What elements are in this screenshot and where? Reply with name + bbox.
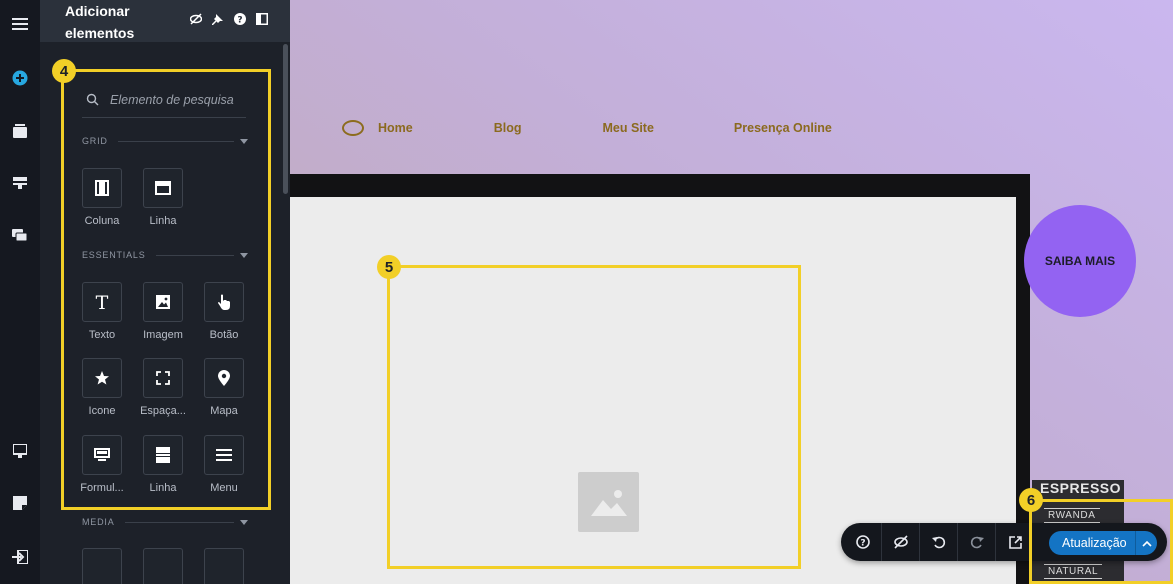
help-icon: ? [855,535,870,549]
svg-text:?: ? [860,539,865,549]
element-media-1[interactable] [72,548,132,584]
section-label: MEDIA [82,517,115,527]
undo-icon [931,536,945,549]
eye-off-icon [893,535,908,549]
sections-icon[interactable] [8,171,32,195]
highlight-box-elements [61,69,271,510]
redo-icon [970,536,984,549]
pages-icon[interactable] [8,119,32,143]
element-media-2[interactable] [133,548,193,584]
help-button[interactable]: ? [844,523,882,561]
site-logo[interactable] [342,120,364,136]
element-media-3[interactable] [194,548,254,584]
eye-off-icon[interactable] [189,12,202,25]
chat-icon[interactable] [8,224,32,248]
notes-icon[interactable] [8,491,32,515]
hamburger-icon[interactable] [8,12,32,36]
preview-toggle-button[interactable] [882,523,920,561]
undo-button[interactable] [920,523,958,561]
step-badge: 5 [377,255,401,279]
add-elements-panel: Adicionar elementos ? GRID Coluna [40,0,290,584]
nav-meu-site[interactable]: Meu Site [603,121,654,135]
open-external-icon [1008,535,1022,549]
plus-circle-icon[interactable] [8,66,32,90]
help-icon[interactable]: ? [233,12,246,25]
caret-down-icon[interactable] [240,519,248,525]
highlight-box-toolbar [1029,499,1173,584]
highlight-box-image [387,265,801,569]
step-badge: 4 [52,59,76,83]
panel-title: Adicionar elementos [65,3,135,41]
cta-circle-button[interactable]: SAIBA MAIS [1024,205,1136,317]
svg-text:?: ? [237,15,242,25]
site-nav: Home Blog Meu Site Presença Online [342,120,832,136]
desktop-icon[interactable] [8,439,32,463]
chalk-title: ESPRESSO [1040,480,1122,496]
icon-rail [0,0,40,584]
step-badge: 6 [1019,488,1043,512]
panel-scrollbar[interactable] [283,44,288,194]
panel-header: Adicionar elementos ? [40,0,290,42]
redo-button[interactable] [958,523,996,561]
exit-icon[interactable] [8,545,32,569]
sidebar-toggle-icon[interactable] [255,12,268,25]
section-media[interactable]: MEDIA [82,515,248,529]
nav-presenca-online[interactable]: Presença Online [734,121,832,135]
nav-blog[interactable]: Blog [494,121,522,135]
pin-icon[interactable] [211,12,224,25]
nav-home[interactable]: Home [378,121,413,135]
